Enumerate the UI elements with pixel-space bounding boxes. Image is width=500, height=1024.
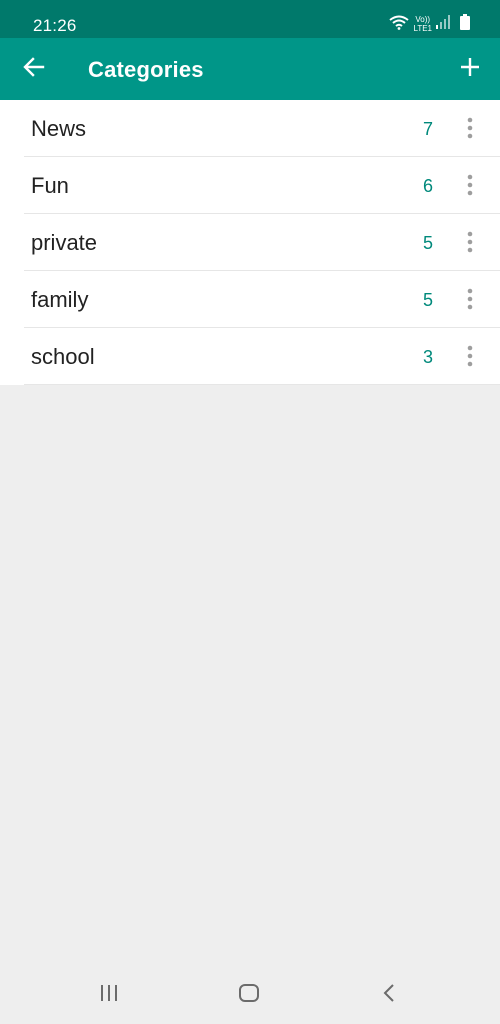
- back-button[interactable]: [18, 53, 50, 85]
- recent-apps-icon: [99, 984, 119, 1007]
- category-name: Fun: [31, 173, 69, 198]
- category-name: private: [31, 230, 98, 255]
- arrow-left-icon: [23, 56, 45, 82]
- wifi-icon: [389, 14, 410, 35]
- home-button[interactable]: [229, 981, 269, 1009]
- more-vert-icon[interactable]: [456, 342, 484, 370]
- category-name: News: [31, 116, 87, 141]
- app-bar: Categories: [0, 38, 500, 100]
- list-item[interactable]: Fun 6: [24, 157, 500, 214]
- back-icon: [382, 983, 396, 1008]
- page-title: Categories: [88, 57, 204, 82]
- recent-apps-button[interactable]: [89, 981, 129, 1009]
- system-back-button[interactable]: [369, 981, 409, 1009]
- more-vert-icon[interactable]: [456, 228, 484, 256]
- category-name: school: [31, 344, 95, 369]
- battery-icon: [460, 13, 470, 35]
- system-nav-bar: [0, 966, 500, 1024]
- plus-icon: [460, 57, 480, 82]
- category-count: 5: [422, 290, 433, 310]
- status-icons: Vo)) LTE1: [389, 13, 470, 35]
- status-time: 21:26: [33, 16, 77, 35]
- list-item[interactable]: private 5: [24, 214, 500, 271]
- signal-icon: [436, 14, 450, 34]
- status-bar: 21:26 Vo)) LTE1: [0, 0, 500, 38]
- more-vert-icon[interactable]: [456, 285, 484, 313]
- add-category-button[interactable]: [454, 53, 486, 85]
- category-list: News 7 Fun 6 private 5 family 5 school 3: [0, 100, 500, 385]
- category-count: 7: [422, 119, 433, 139]
- more-vert-icon[interactable]: [456, 114, 484, 142]
- category-name: family: [31, 287, 89, 312]
- category-count: 3: [422, 347, 433, 367]
- list-item[interactable]: school 3: [24, 328, 500, 385]
- network-label: Vo)) LTE1: [413, 15, 432, 33]
- list-item[interactable]: family 5: [24, 271, 500, 328]
- category-count: 5: [422, 233, 433, 253]
- home-icon: [238, 983, 260, 1008]
- list-item[interactable]: News 7: [24, 100, 500, 157]
- category-count: 6: [422, 176, 433, 196]
- more-vert-icon[interactable]: [456, 171, 484, 199]
